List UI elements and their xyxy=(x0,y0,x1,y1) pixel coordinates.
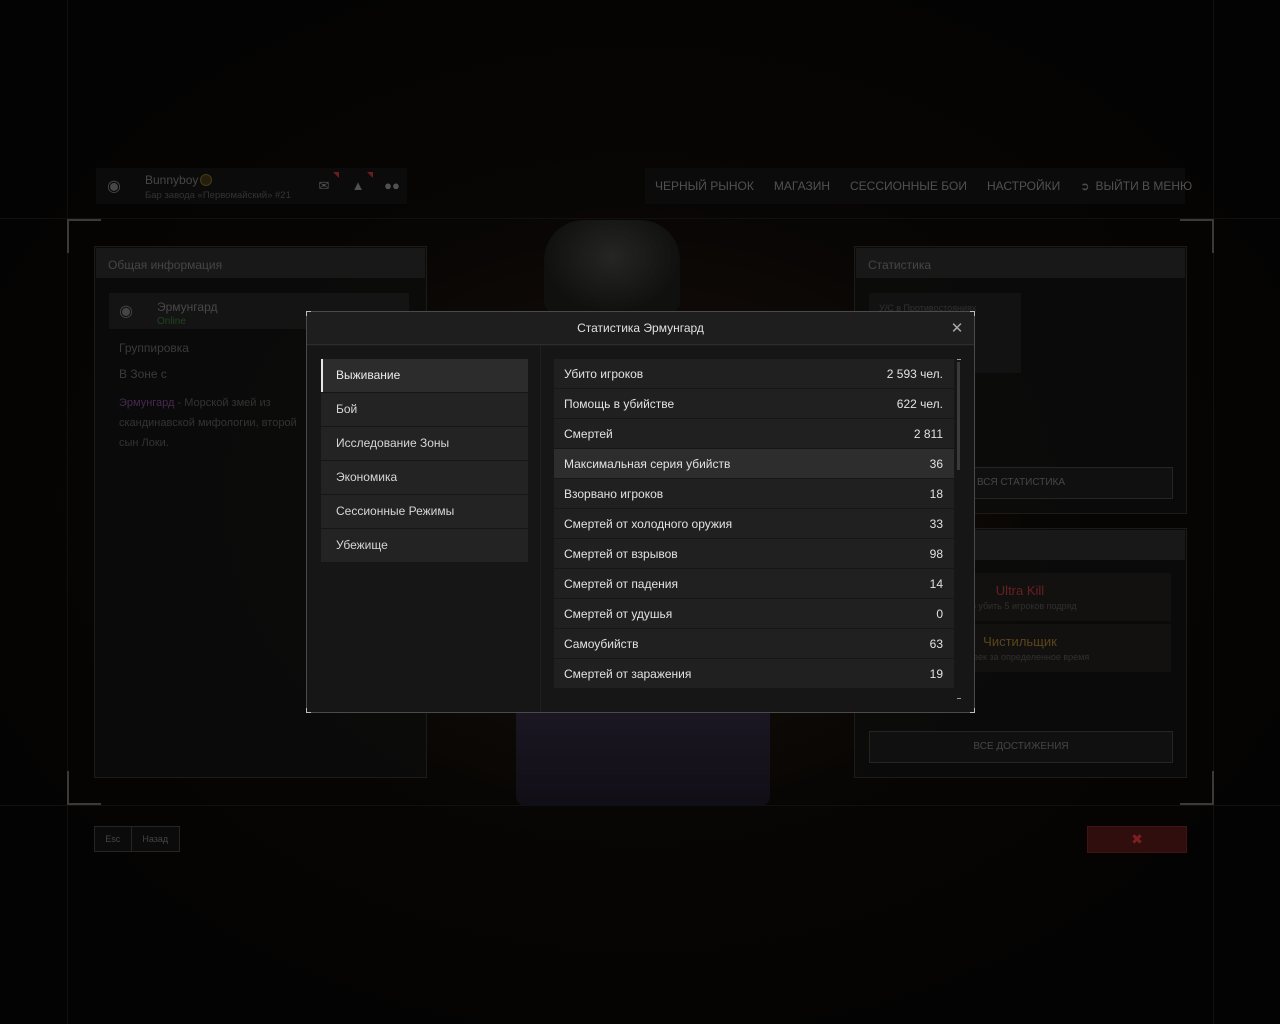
stat-value: 19 xyxy=(929,666,943,681)
category-survival[interactable]: Выживание xyxy=(321,359,528,392)
stat-row: Самоубийств 63 xyxy=(554,629,954,658)
stat-label: Помощь в убийстве xyxy=(564,396,675,411)
stat-label: Смертей от удушья xyxy=(564,606,673,621)
stat-label: Смертей от взрывов xyxy=(564,546,678,561)
category-zone-exploration[interactable]: Исследование Зоны xyxy=(321,427,528,460)
stat-value: 0 xyxy=(936,606,943,621)
stat-label: Самоубийств xyxy=(564,636,639,651)
stat-row: Максимальная серия убийств 36 xyxy=(554,449,954,478)
stat-value: 33 xyxy=(929,516,943,531)
stat-value: 2 593 чел. xyxy=(886,366,943,381)
stat-value: 622 чел. xyxy=(896,396,943,411)
modal-body: Выживание Бой Исследование Зоны Экономик… xyxy=(307,346,974,712)
stat-row: Помощь в убийстве 622 чел. xyxy=(554,389,954,418)
stat-value: 98 xyxy=(929,546,943,561)
scrollbar-cap xyxy=(957,359,961,360)
category-combat[interactable]: Бой xyxy=(321,393,528,426)
stat-row: Смертей 2 811 xyxy=(554,419,954,448)
stat-value: 2 811 xyxy=(913,426,943,441)
modal-title: Статистика Эрмунгард xyxy=(577,321,704,335)
category-list: Выживание Бой Исследование Зоны Экономик… xyxy=(321,359,528,563)
stat-label: Смертей от заражения xyxy=(564,666,692,681)
stat-value: 18 xyxy=(929,486,943,501)
stat-value: 36 xyxy=(929,456,943,471)
stat-row: Смертей от удушья 0 xyxy=(554,599,954,628)
divider xyxy=(540,346,541,712)
stat-value: 14 xyxy=(929,576,943,591)
category-economy[interactable]: Экономика xyxy=(321,461,528,494)
stat-label: Взорвано игроков xyxy=(564,486,664,501)
scrollbar-thumb[interactable] xyxy=(957,362,960,470)
stat-value: 63 xyxy=(929,636,943,651)
close-icon[interactable]: ✕ xyxy=(950,312,964,345)
stat-label: Смертей от падения xyxy=(564,576,678,591)
category-shelter[interactable]: Убежище xyxy=(321,529,528,562)
stat-label: Смертей xyxy=(564,426,613,441)
stat-row: Смертей от холодного оружия 33 xyxy=(554,509,954,538)
stat-row: Взорвано игроков 18 xyxy=(554,479,954,508)
stat-label: Убито игроков xyxy=(564,366,644,381)
stat-label: Смертей от холодного оружия xyxy=(564,516,733,531)
scrollbar-cap xyxy=(957,698,961,699)
stat-row: Убито игроков 2 593 чел. xyxy=(554,359,954,388)
stat-row: Смертей от падения 14 xyxy=(554,569,954,598)
stat-label: Максимальная серия убийств xyxy=(564,456,731,471)
stats-modal: Статистика Эрмунгард ✕ Выживание Бой Исс… xyxy=(306,311,975,713)
modal-header: Статистика Эрмунгард ✕ xyxy=(307,312,974,345)
stats-list: Убито игроков 2 593 чел. Помощь в убийств… xyxy=(554,359,954,689)
category-session-modes[interactable]: Сессионные Режимы xyxy=(321,495,528,528)
stat-row: Смертей от взрывов 98 xyxy=(554,539,954,568)
stat-row: Смертей от заражения 19 xyxy=(554,659,954,688)
